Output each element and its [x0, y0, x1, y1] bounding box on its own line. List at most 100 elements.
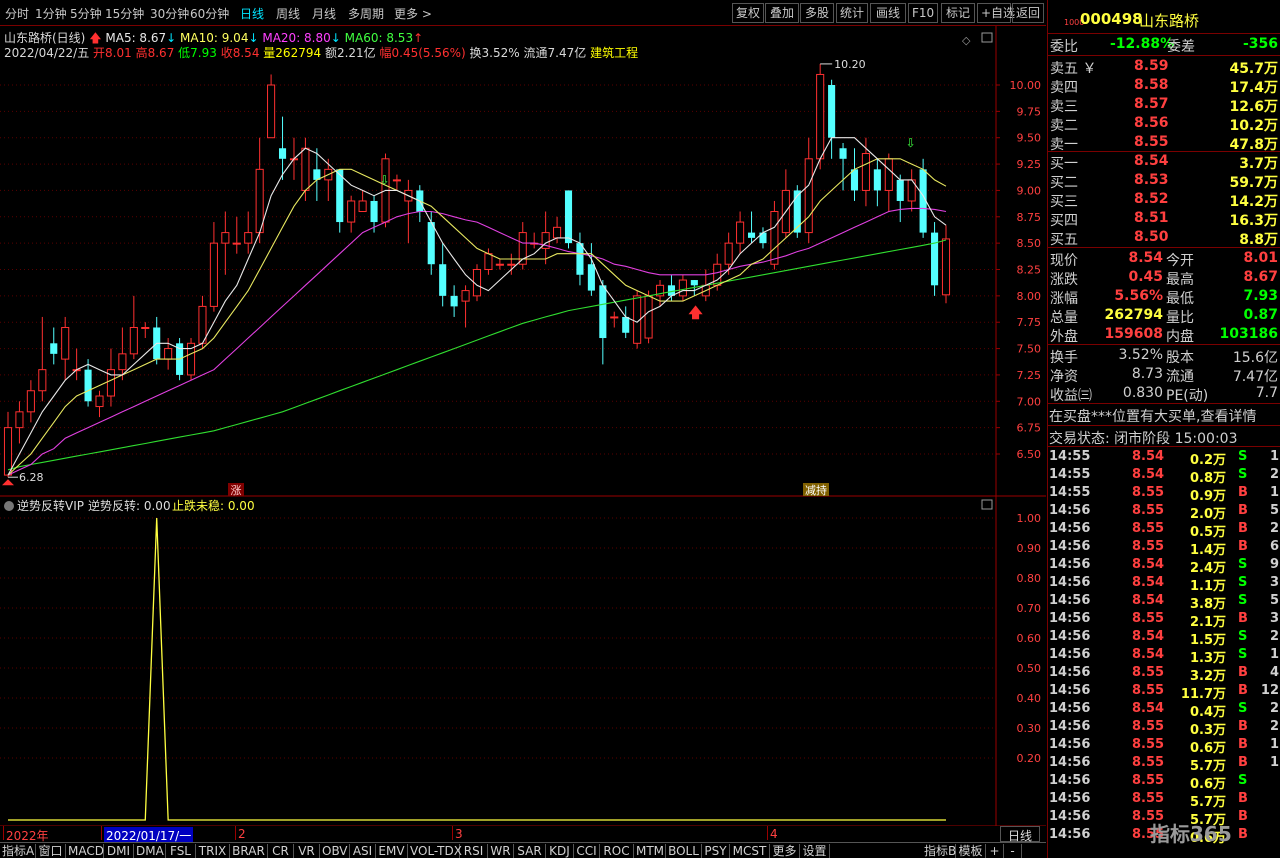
- candle-body-up: [358, 200, 367, 213]
- trade-row: 14:55 8.54 0.8万 S 2: [1048, 466, 1280, 486]
- indicator-tab-5[interactable]: FSL: [166, 844, 196, 858]
- quote-stat-row: 涨跌 0.45 最高 8.67: [1048, 268, 1280, 288]
- toolbar-button-2[interactable]: 多股: [800, 3, 834, 23]
- period-5[interactable]: 60分钟: [190, 5, 229, 22]
- toolbar-button-7[interactable]: +自选: [977, 3, 1015, 23]
- trade-side: S: [1238, 593, 1248, 608]
- indicator-tab-6[interactable]: TRIX: [196, 844, 230, 858]
- trade-price: 8.55: [1132, 503, 1165, 518]
- indicator-tab-16[interactable]: SAR: [514, 844, 546, 858]
- sell-level-row[interactable]: 卖三 8.57 12.6万: [1048, 95, 1280, 115]
- indicator-tab-17[interactable]: KDJ: [546, 844, 574, 858]
- trade-time: 14:56: [1049, 719, 1091, 734]
- price-tick-label: 9.75: [1017, 105, 1042, 118]
- toolbar-button-0[interactable]: 复权: [732, 3, 764, 23]
- period-label[interactable]: 日线: [1000, 826, 1040, 843]
- trade-row: 14:56 8.54 2.4万 S 9: [1048, 556, 1280, 576]
- sell-level-row[interactable]: 卖五 ￥ 8.59 45.7万: [1048, 57, 1280, 77]
- trade-side: S: [1238, 629, 1248, 644]
- indicator-tab-19[interactable]: ROC: [600, 844, 634, 858]
- stat-label: 净资: [1050, 369, 1078, 385]
- buy-level-volume: 59.7万: [1229, 175, 1278, 191]
- indicator-tab-3[interactable]: DMI: [104, 844, 134, 858]
- indicator-tab-14[interactable]: RSI: [460, 844, 488, 858]
- period-2[interactable]: 5分钟: [70, 5, 102, 22]
- indicator-tab-9[interactable]: VR: [294, 844, 320, 858]
- candlestick-chart[interactable]: 10.00 9.75 9.50 9.25 9.00 8.75 8.50 8.25 8.00 7.7…: [0, 26, 1046, 826]
- indicator-tab-23[interactable]: MCST: [730, 844, 770, 858]
- trade-row: 14:56 8.55 5.7万 B 1: [1048, 754, 1280, 774]
- indicator-tab-26[interactable]: 指标B: [922, 844, 956, 858]
- indicator-tab-0[interactable]: 指标A: [0, 844, 36, 858]
- toolbar-button-3[interactable]: 统计: [836, 3, 868, 23]
- period-1[interactable]: 1分钟: [35, 5, 67, 22]
- indicator-tab-18[interactable]: CCI: [574, 844, 600, 858]
- trade-side: S: [1238, 449, 1248, 464]
- candle-body-down: [599, 285, 607, 339]
- period-8[interactable]: 月线: [312, 5, 336, 22]
- indicator-tab-7[interactable]: BRAR: [230, 844, 268, 858]
- indicator-tab-10[interactable]: OBV: [320, 844, 350, 858]
- stat-value: 7.7: [1255, 385, 1278, 401]
- trade-time: 14:56: [1049, 827, 1091, 842]
- sell-level-row[interactable]: 卖四 8.58 17.4万: [1048, 76, 1280, 96]
- buy-level-row[interactable]: 买一 8.54 3.7万: [1048, 152, 1280, 172]
- period-3[interactable]: 15分钟: [105, 5, 144, 22]
- indicator-tab-24[interactable]: 更多: [770, 844, 800, 858]
- toolbar-button-8[interactable]: 返回: [1012, 3, 1044, 23]
- buy-level-row[interactable]: 买五 8.50 8.8万: [1048, 228, 1280, 248]
- notice-text: 在买盘***位置有大买单,查看详情: [1049, 409, 1257, 425]
- buy-level-row[interactable]: 买三 8.52 14.2万: [1048, 190, 1280, 210]
- period-10[interactable]: 更多 >: [394, 5, 432, 22]
- sell-level-label: 卖二: [1050, 118, 1078, 134]
- period-4[interactable]: 30分钟: [150, 5, 189, 22]
- toolbar-button-5[interactable]: F10: [908, 3, 938, 23]
- indicator-tab-4[interactable]: DMA: [134, 844, 166, 858]
- zhang-badge: 涨: [228, 483, 244, 497]
- indicator-tab-28[interactable]: +: [986, 844, 1004, 858]
- buy-level-row[interactable]: 买四 8.51 16.3万: [1048, 209, 1280, 229]
- period-9[interactable]: 多周期: [348, 5, 384, 22]
- sell-level-price: 8.57: [1134, 96, 1169, 112]
- period-6[interactable]: 日线: [240, 5, 264, 22]
- indicator-tab-27[interactable]: 模板: [956, 844, 986, 858]
- trade-row: 14:55 8.55 0.9万 B 1: [1048, 484, 1280, 504]
- big-order-notice[interactable]: 在买盘***位置有大买单,查看详情: [1048, 405, 1280, 425]
- period-7[interactable]: 周线: [276, 5, 300, 22]
- trade-side: B: [1238, 719, 1248, 734]
- trade-price: 8.55: [1132, 737, 1165, 752]
- indicator-tab-13[interactable]: VOL-TDX: [408, 844, 462, 858]
- toolbar-button-1[interactable]: 叠加: [765, 3, 799, 23]
- indicator-tab-25[interactable]: 设置: [800, 844, 830, 858]
- price-tick-label: 9.00: [1017, 184, 1042, 197]
- trade-side: S: [1238, 575, 1248, 590]
- candle-body-down: [84, 369, 92, 402]
- buy-level-row[interactable]: 买二 8.53 59.7万: [1048, 171, 1280, 191]
- sell-level-volume: 10.2万: [1229, 118, 1278, 134]
- toolbar-button-6[interactable]: 标记: [941, 3, 975, 23]
- indicator-tab-8[interactable]: CR: [268, 844, 294, 858]
- trade-side: B: [1238, 737, 1248, 752]
- candle-body-up: [884, 158, 893, 191]
- period-0[interactable]: 分时: [5, 5, 29, 22]
- indicator-tab-11[interactable]: ASI: [350, 844, 376, 858]
- indicator-tab-15[interactable]: WR: [488, 844, 514, 858]
- candle-body-down: [564, 190, 573, 244]
- candle-body-up: [267, 84, 276, 139]
- indicator-tab-29[interactable]: -: [1004, 844, 1022, 858]
- candle-body-up: [484, 253, 493, 270]
- trade-side: S: [1238, 467, 1248, 482]
- indicator-tab-22[interactable]: PSY: [702, 844, 730, 858]
- sell-level-row[interactable]: 卖一 8.55 47.8万: [1048, 133, 1280, 153]
- indicator-tab-20[interactable]: MTM: [634, 844, 666, 858]
- indicator-tick-label: 0.20: [1017, 752, 1042, 765]
- indicator-tab-12[interactable]: EMV: [376, 844, 408, 858]
- indicator-tab-2[interactable]: MACD: [66, 844, 104, 858]
- candle-body-down: [278, 148, 287, 159]
- candle-body-down: [839, 148, 847, 159]
- indicator-tab-1[interactable]: 窗口: [36, 844, 66, 858]
- toolbar-button-4[interactable]: 画线: [870, 3, 906, 23]
- sell-level-row[interactable]: 卖二 8.56 10.2万: [1048, 114, 1280, 134]
- candle-body-down: [793, 190, 801, 233]
- indicator-tab-21[interactable]: BOLL: [666, 844, 702, 858]
